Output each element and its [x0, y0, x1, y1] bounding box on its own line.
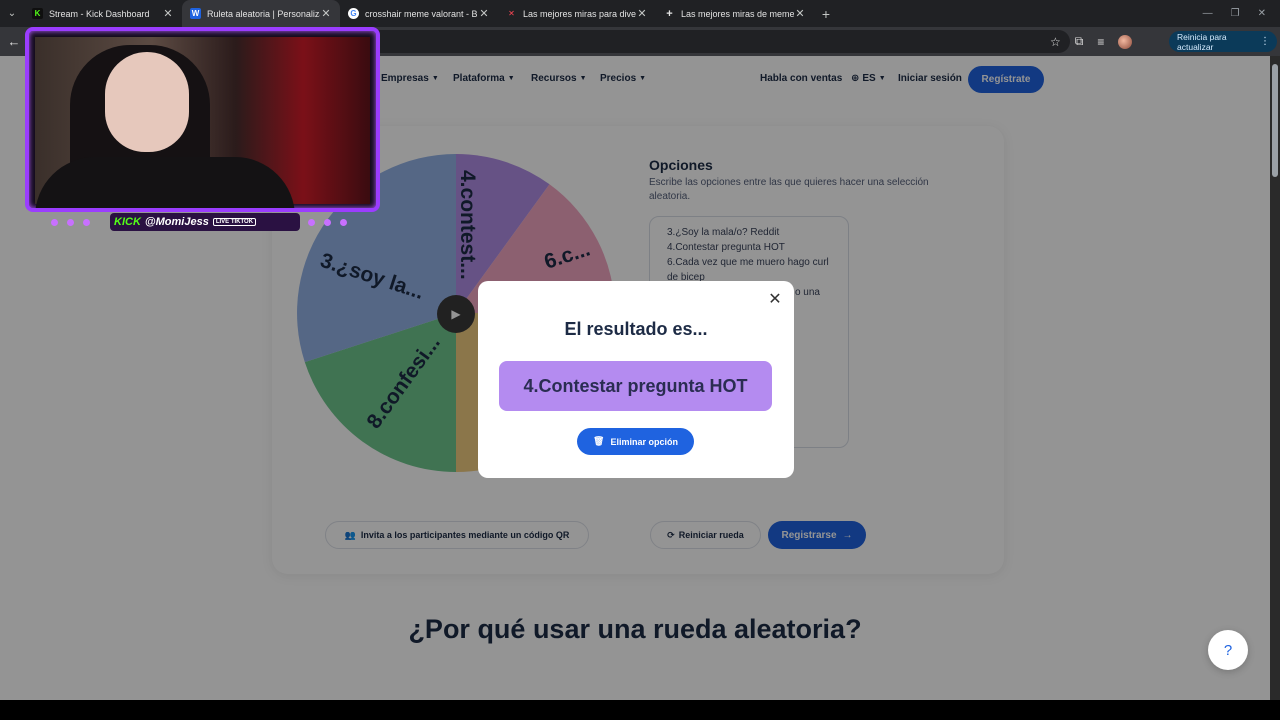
google-favicon-icon: G: [348, 8, 359, 19]
close-icon[interactable]: ✕: [766, 290, 784, 308]
webcam-person-face: [105, 52, 189, 152]
webcam-frame: [25, 27, 380, 212]
tab-title: crosshair meme valorant - Buscar con Goo…: [365, 8, 478, 19]
webcam-overlay: KICK @MomiJess LIVE TIKTOK: [25, 27, 380, 234]
tab-title: Ruleta aleatoria | Personaliza y gira: [207, 8, 320, 19]
crosshair-favicon-icon: +: [666, 7, 673, 20]
close-icon[interactable]: ✕: [162, 7, 174, 20]
tab-list-chevron-icon[interactable]: ⌄: [0, 0, 24, 27]
window-controls: — ❐ ✕: [1203, 8, 1280, 19]
valorant-favicon-icon: ✕: [508, 9, 515, 18]
tiktok-live-badge: LIVE TIKTOK: [212, 218, 257, 226]
close-icon[interactable]: ✕: [478, 7, 490, 20]
tab-title: Stream - Kick Dashboard: [49, 8, 150, 19]
tab-kick-dashboard[interactable]: K Stream - Kick Dashboard ✕: [24, 0, 182, 27]
more-vert-icon[interactable]: ⋮: [1260, 36, 1270, 47]
toolbar-icons: ☆ ⧉ ≡: [1050, 27, 1133, 56]
trash-icon: 🗑: [593, 436, 605, 446]
webcam-person-body: [35, 157, 295, 208]
update-button-label: Reinicia para actualizar: [1177, 31, 1227, 52]
new-tab-plus-icon[interactable]: +: [814, 0, 838, 27]
tab-google-search[interactable]: G crosshair meme valorant - Buscar con G…: [340, 0, 498, 27]
webcam-frame-dots: [308, 219, 347, 226]
back-arrow-icon[interactable]: ←: [0, 34, 28, 49]
modal-title: El resultado es...: [564, 319, 708, 339]
webcam-video: [35, 37, 370, 208]
webcam-frame-dots: [51, 219, 90, 226]
reading-list-icon[interactable]: ≡: [1097, 35, 1104, 49]
help-button[interactable]: ?: [1208, 630, 1248, 670]
update-button[interactable]: Reinicia para actualizar ⋮: [1169, 31, 1277, 52]
tab-miras-divertirse[interactable]: ✕ Las mejores miras para divertirse ✕: [498, 0, 656, 27]
close-icon[interactable]: ✕: [794, 7, 806, 20]
kick-favicon-icon: K: [32, 8, 43, 19]
bookmark-star-icon[interactable]: ☆: [1050, 35, 1061, 49]
scrollbar-thumb[interactable]: [1272, 64, 1278, 177]
remove-option-button[interactable]: 🗑 Eliminar opción: [577, 428, 694, 455]
remove-option-label: Eliminar opción: [610, 436, 678, 447]
tab-miras-memes[interactable]: + Las mejores miras de memes de ✕: [656, 0, 814, 27]
tab-title: Las mejores miras de memes de: [681, 8, 794, 19]
site-favicon-icon: W: [190, 8, 201, 19]
result-modal: ✕ El resultado es... 4.Contestar pregunt…: [478, 281, 794, 478]
browser-tab-bar: ⌄ K Stream - Kick Dashboard ✕ W Ruleta a…: [0, 0, 1280, 27]
page-scrollbar[interactable]: [1270, 56, 1280, 700]
kick-logo: KICK: [114, 216, 141, 228]
profile-avatar[interactable]: [1118, 34, 1133, 49]
close-icon[interactable]: ✕: [320, 7, 332, 20]
webcam-name-label: KICK @MomiJess LIVE TIKTOK: [110, 213, 300, 231]
close-icon[interactable]: ✕: [636, 7, 648, 20]
maximize-icon[interactable]: ❐: [1231, 8, 1240, 19]
screen: ⌄ K Stream - Kick Dashboard ✕ W Ruleta a…: [0, 0, 1280, 720]
streamer-handle: @MomiJess: [144, 216, 209, 228]
tab-ruleta-aleatoria[interactable]: W Ruleta aleatoria | Personaliza y gira …: [182, 0, 340, 27]
result-value: 4.Contestar pregunta HOT: [499, 361, 772, 411]
window-close-icon[interactable]: ✕: [1258, 8, 1266, 19]
taskbar-strip: [0, 700, 1280, 720]
extensions-puzzle-icon[interactable]: ⧉: [1075, 34, 1084, 49]
minimize-icon[interactable]: —: [1203, 8, 1213, 19]
tab-title: Las mejores miras para divertirse: [523, 8, 636, 19]
